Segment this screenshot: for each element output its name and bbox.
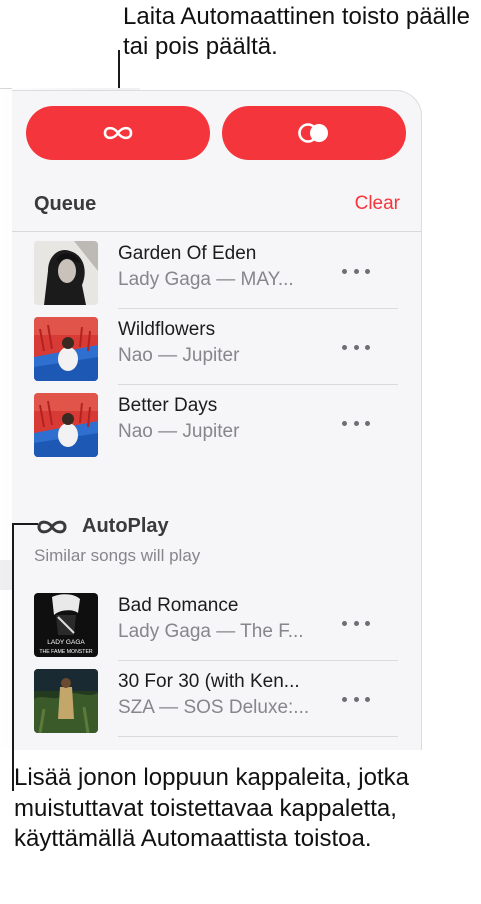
more-options-button[interactable]	[342, 687, 370, 711]
autoplay-track[interactable]: LADY GAGA THE FAME MONSTER Bad Romance L…	[34, 589, 398, 659]
svg-text:LADY GAGA: LADY GAGA	[47, 639, 85, 646]
track-title: Wildflowers	[118, 319, 216, 340]
callout-leader-line	[12, 523, 14, 791]
track-title: Garden Of Eden	[118, 243, 257, 264]
shuffle-icon	[298, 123, 328, 143]
infinity-icon	[37, 520, 67, 534]
svg-text:THE FAME MONSTER: THE FAME MONSTER	[39, 649, 93, 655]
background-divider	[0, 88, 12, 89]
more-options-button[interactable]	[342, 411, 370, 435]
queue-title: Queue	[34, 193, 97, 215]
sos-deluxe-artwork	[34, 669, 98, 733]
callout-leader-line	[12, 523, 38, 525]
track-subtitle: Lady Gaga — The F...	[118, 621, 304, 642]
autoplay-section-header: AutoPlay Similar songs will play	[34, 511, 394, 571]
track-subtitle: Lady Gaga — MAY...	[118, 269, 294, 290]
divider	[118, 384, 398, 385]
shuffle-toggle-button[interactable]	[222, 106, 406, 160]
track-title: Better Days	[118, 395, 218, 416]
track-title: Bad Romance	[118, 595, 239, 616]
clear-queue-button[interactable]: Clear	[355, 193, 400, 215]
jupiter-artwork	[34, 393, 98, 457]
more-options-button[interactable]	[342, 259, 370, 283]
queue-track[interactable]: Better Days Nao — Jupiter	[34, 389, 398, 459]
track-subtitle: SZA — SOS Deluxe:...	[118, 697, 310, 718]
queue-track[interactable]: Garden Of Eden Lady Gaga — MAY...	[34, 237, 398, 307]
jupiter-artwork	[34, 317, 98, 381]
the-fame-monster-artwork: LADY GAGA THE FAME MONSTER	[34, 593, 98, 657]
track-subtitle: Nao — Jupiter	[118, 345, 240, 366]
track-title: 30 For 30 (with Ken...	[118, 671, 300, 692]
track-subtitle: Nao — Jupiter	[118, 421, 240, 442]
divider	[118, 308, 398, 309]
queue-track[interactable]: Wildflowers Nao — Jupiter	[34, 313, 398, 383]
divider	[118, 736, 398, 737]
playing-next-panel: Queue Clear Garden Of Eden Lady Gaga — M…	[12, 90, 422, 750]
callout-autoplay-toggle: Laita Automaattinen toisto päälle tai po…	[123, 3, 470, 60]
more-options-button[interactable]	[342, 611, 370, 635]
more-options-button[interactable]	[342, 335, 370, 359]
divider	[118, 660, 398, 661]
queue-header: Queue Clear	[34, 187, 402, 227]
callout-autoplay-description: Lisää jonon loppuun kappaleita, jotka mu…	[14, 764, 409, 852]
autoplay-toggle-button[interactable]	[26, 106, 210, 160]
autoplay-subtitle: Similar songs will play	[34, 546, 201, 565]
garden-of-eden-artwork	[34, 241, 98, 305]
infinity-icon	[103, 126, 133, 140]
autoplay-title: AutoPlay	[82, 515, 169, 537]
autoplay-track[interactable]: 30 For 30 (with Ken... SZA — SOS Deluxe:…	[34, 665, 398, 735]
divider	[12, 231, 421, 232]
